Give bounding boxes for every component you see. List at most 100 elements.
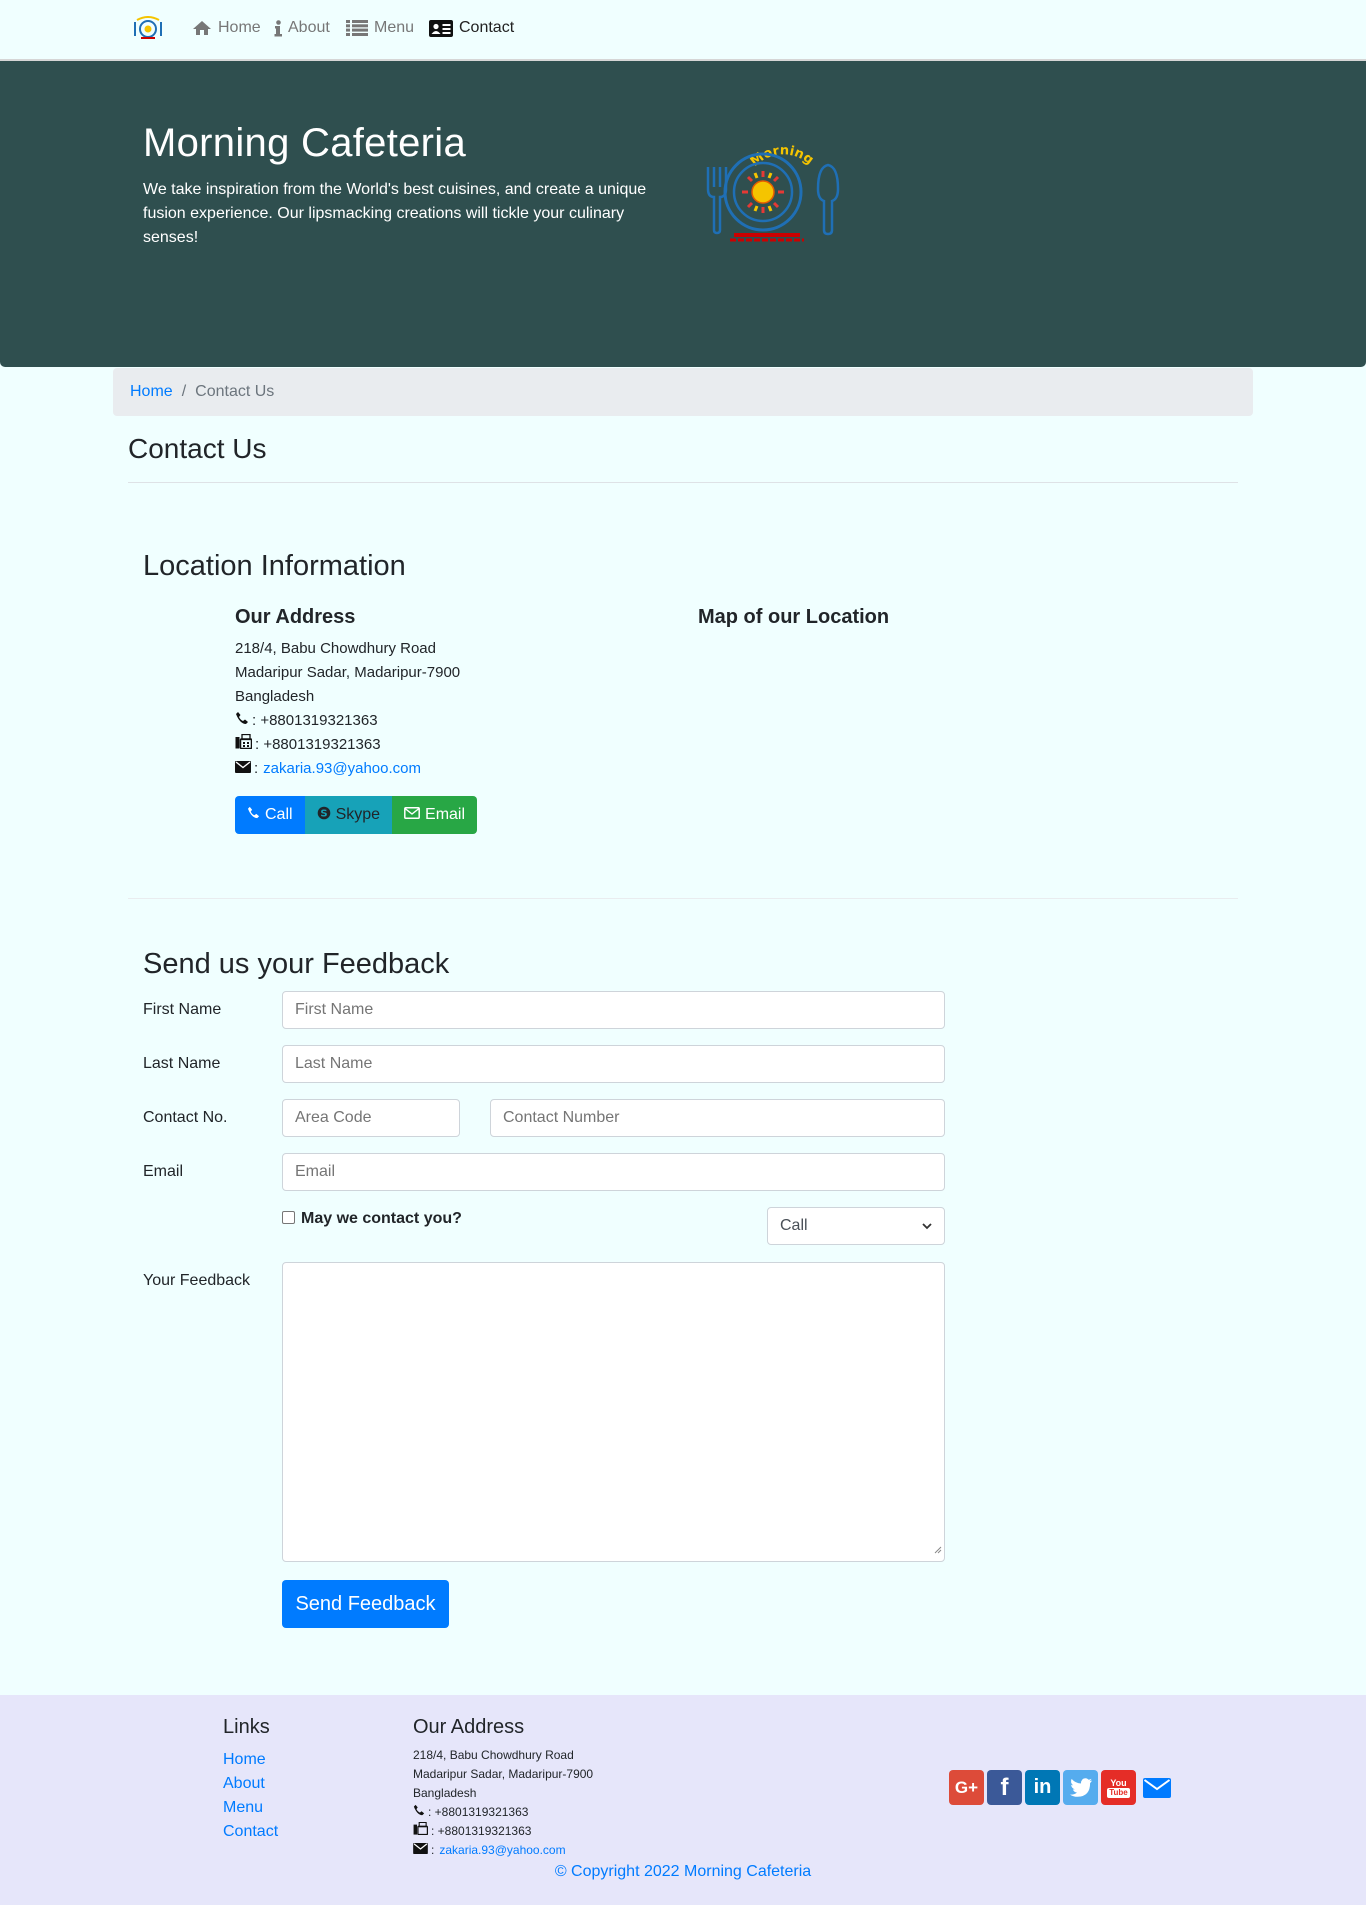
breadcrumb-separator: / [181, 383, 187, 400]
hero-text: We take inspiration from the World's bes… [143, 181, 647, 246]
address-line-2: Madaripur Sadar, Madaripur-7900 [235, 664, 461, 681]
envelope-icon [413, 1841, 428, 1860]
footer-address-line-3: Bangladesh [413, 1786, 477, 1800]
call-button[interactable]: Call [235, 796, 305, 834]
email-input[interactable] [282, 1153, 945, 1191]
footer-link-contact[interactable]: Contact [223, 1823, 278, 1840]
nav-about[interactable]: About [274, 19, 330, 37]
breadcrumb: Home / Contact Us [113, 368, 1253, 416]
email-link[interactable]: zakaria.93@yahoo.com [263, 757, 421, 781]
footer-email-link[interactable]: zakaria.93@yahoo.com [439, 1841, 565, 1860]
email-button-label: Email [425, 806, 466, 823]
footer-email-row: : zakaria.93@yahoo.com [413, 1841, 593, 1860]
info-icon [274, 19, 282, 37]
twitter-icon[interactable] [1063, 1770, 1098, 1805]
skype-button[interactable]: S Skype [304, 796, 393, 834]
address-line-3: Bangladesh [235, 688, 315, 705]
linkedin-icon[interactable]: in [1025, 1770, 1060, 1805]
email-button[interactable]: Email [392, 796, 478, 834]
footer-address-title: Our Address [413, 1716, 525, 1738]
google-plus-icon[interactable]: G+ [949, 1770, 984, 1805]
footer-address-line-2: Madaripur Sadar, Madaripur-7900 [413, 1767, 594, 1781]
divider [128, 482, 1238, 483]
contact-method-select[interactable]: Call [767, 1207, 945, 1245]
facebook-glyph: f [1000, 1773, 1009, 1801]
nav-home[interactable]: Home [192, 19, 261, 37]
navbar: Home About Menu Contact [0, 0, 1366, 61]
address-block: 218/4, Babu Chowdhury Road Madaripur Sad… [235, 637, 460, 781]
breadcrumb-current: Contact Us [195, 383, 275, 400]
brand-logo[interactable] [128, 16, 168, 40]
footer-address-line-1: 218/4, Babu Chowdhury Road [413, 1748, 574, 1762]
cafe-logo: Morning [700, 127, 855, 252]
logo-text: Morning [748, 143, 816, 169]
email-label: Email [143, 1163, 184, 1180]
copyright: © Copyright 2022 Morning Cafeteria [554, 1863, 812, 1880]
home-icon [192, 20, 212, 36]
fax-icon [235, 733, 253, 757]
phone-text: : +8801319321363 [252, 712, 378, 729]
phone-icon [235, 709, 249, 733]
phone-icon [247, 806, 260, 824]
linkedin-glyph: in [1033, 1776, 1052, 1798]
contact-checkbox-label: May we contact you? [301, 1210, 462, 1227]
footer-email-prefix: : [431, 1843, 435, 1857]
social-links: G+ f in You Tube [949, 1770, 1174, 1805]
skype-icon: S [317, 806, 331, 825]
envelope-outline-icon [404, 806, 420, 824]
address-card-icon [429, 19, 453, 37]
facebook-icon[interactable]: f [987, 1770, 1022, 1805]
skype-button-label: Skype [335, 806, 381, 823]
footer-link-about[interactable]: About [223, 1775, 265, 1792]
envelope-icon [235, 757, 251, 781]
nav-contact-label: Contact [459, 19, 515, 36]
nav-home-label: Home [218, 19, 261, 36]
resize-handle-icon[interactable] [934, 1541, 942, 1559]
feedback-title: Send us your Feedback [143, 948, 450, 980]
nav-about-label: About [288, 19, 330, 36]
send-feedback-button[interactable]: Send Feedback [282, 1580, 449, 1628]
contact-number-input[interactable] [490, 1099, 945, 1137]
first-name-input[interactable] [282, 991, 945, 1029]
youtube-glyph: You [1110, 1777, 1127, 1788]
footer-address: 218/4, Babu Chowdhury Road Madaripur Sad… [413, 1746, 593, 1860]
email-row: : zakaria.93@yahoo.com [235, 757, 460, 781]
google-plus-glyph: G+ [954, 1777, 979, 1797]
location-title: Location Information [143, 550, 406, 582]
divider [128, 898, 1238, 899]
hero-jumbotron: Morning Cafeteria We take inspiration fr… [0, 61, 1366, 367]
nav-menu-label: Menu [374, 19, 415, 36]
footer-fax-text: : +8801319321363 [431, 1824, 532, 1838]
fax-text: : +8801319321363 [255, 736, 381, 753]
contact-permission: May we contact you? [282, 1210, 462, 1228]
envelope-icon[interactable] [1139, 1770, 1174, 1805]
youtube-icon[interactable]: You Tube [1101, 1770, 1136, 1805]
map-title: Map of our Location [698, 606, 890, 628]
phone-row: : +8801319321363 [235, 709, 460, 733]
feedback-textarea[interactable] [282, 1262, 945, 1562]
footer-fax-row: : +8801319321363 [413, 1821, 593, 1841]
contact-number-label: Contact No. [143, 1109, 228, 1126]
first-name-label: First Name [143, 1001, 222, 1018]
page-title: Contact Us [128, 433, 267, 464]
address-line-1: 218/4, Babu Chowdhury Road [235, 640, 436, 657]
area-code-input[interactable] [282, 1099, 460, 1137]
footer-phone-row: : +8801319321363 [413, 1803, 593, 1822]
svg-text:S: S [320, 808, 327, 819]
hero-title: Morning Cafeteria [143, 121, 467, 165]
call-button-label: Call [265, 806, 293, 823]
footer-link-menu[interactable]: Menu [223, 1799, 263, 1816]
svg-text:Morning: Morning [748, 143, 816, 169]
nav-menu[interactable]: Menu [346, 19, 414, 37]
last-name-input[interactable] [282, 1045, 945, 1083]
contact-button-group: Call S Skype Email [235, 796, 478, 834]
nav-contact[interactable]: Contact [429, 19, 514, 37]
youtube-tube-mark: Tube [1107, 1787, 1130, 1798]
contact-checkbox[interactable] [282, 1211, 295, 1224]
fax-icon [413, 1821, 429, 1841]
email-prefix: : [254, 760, 259, 777]
feedback-label: Your Feedback [143, 1272, 251, 1289]
footer-link-home[interactable]: Home [223, 1751, 266, 1768]
breadcrumb-home-link[interactable]: Home [130, 383, 173, 400]
address-title: Our Address [235, 606, 356, 628]
